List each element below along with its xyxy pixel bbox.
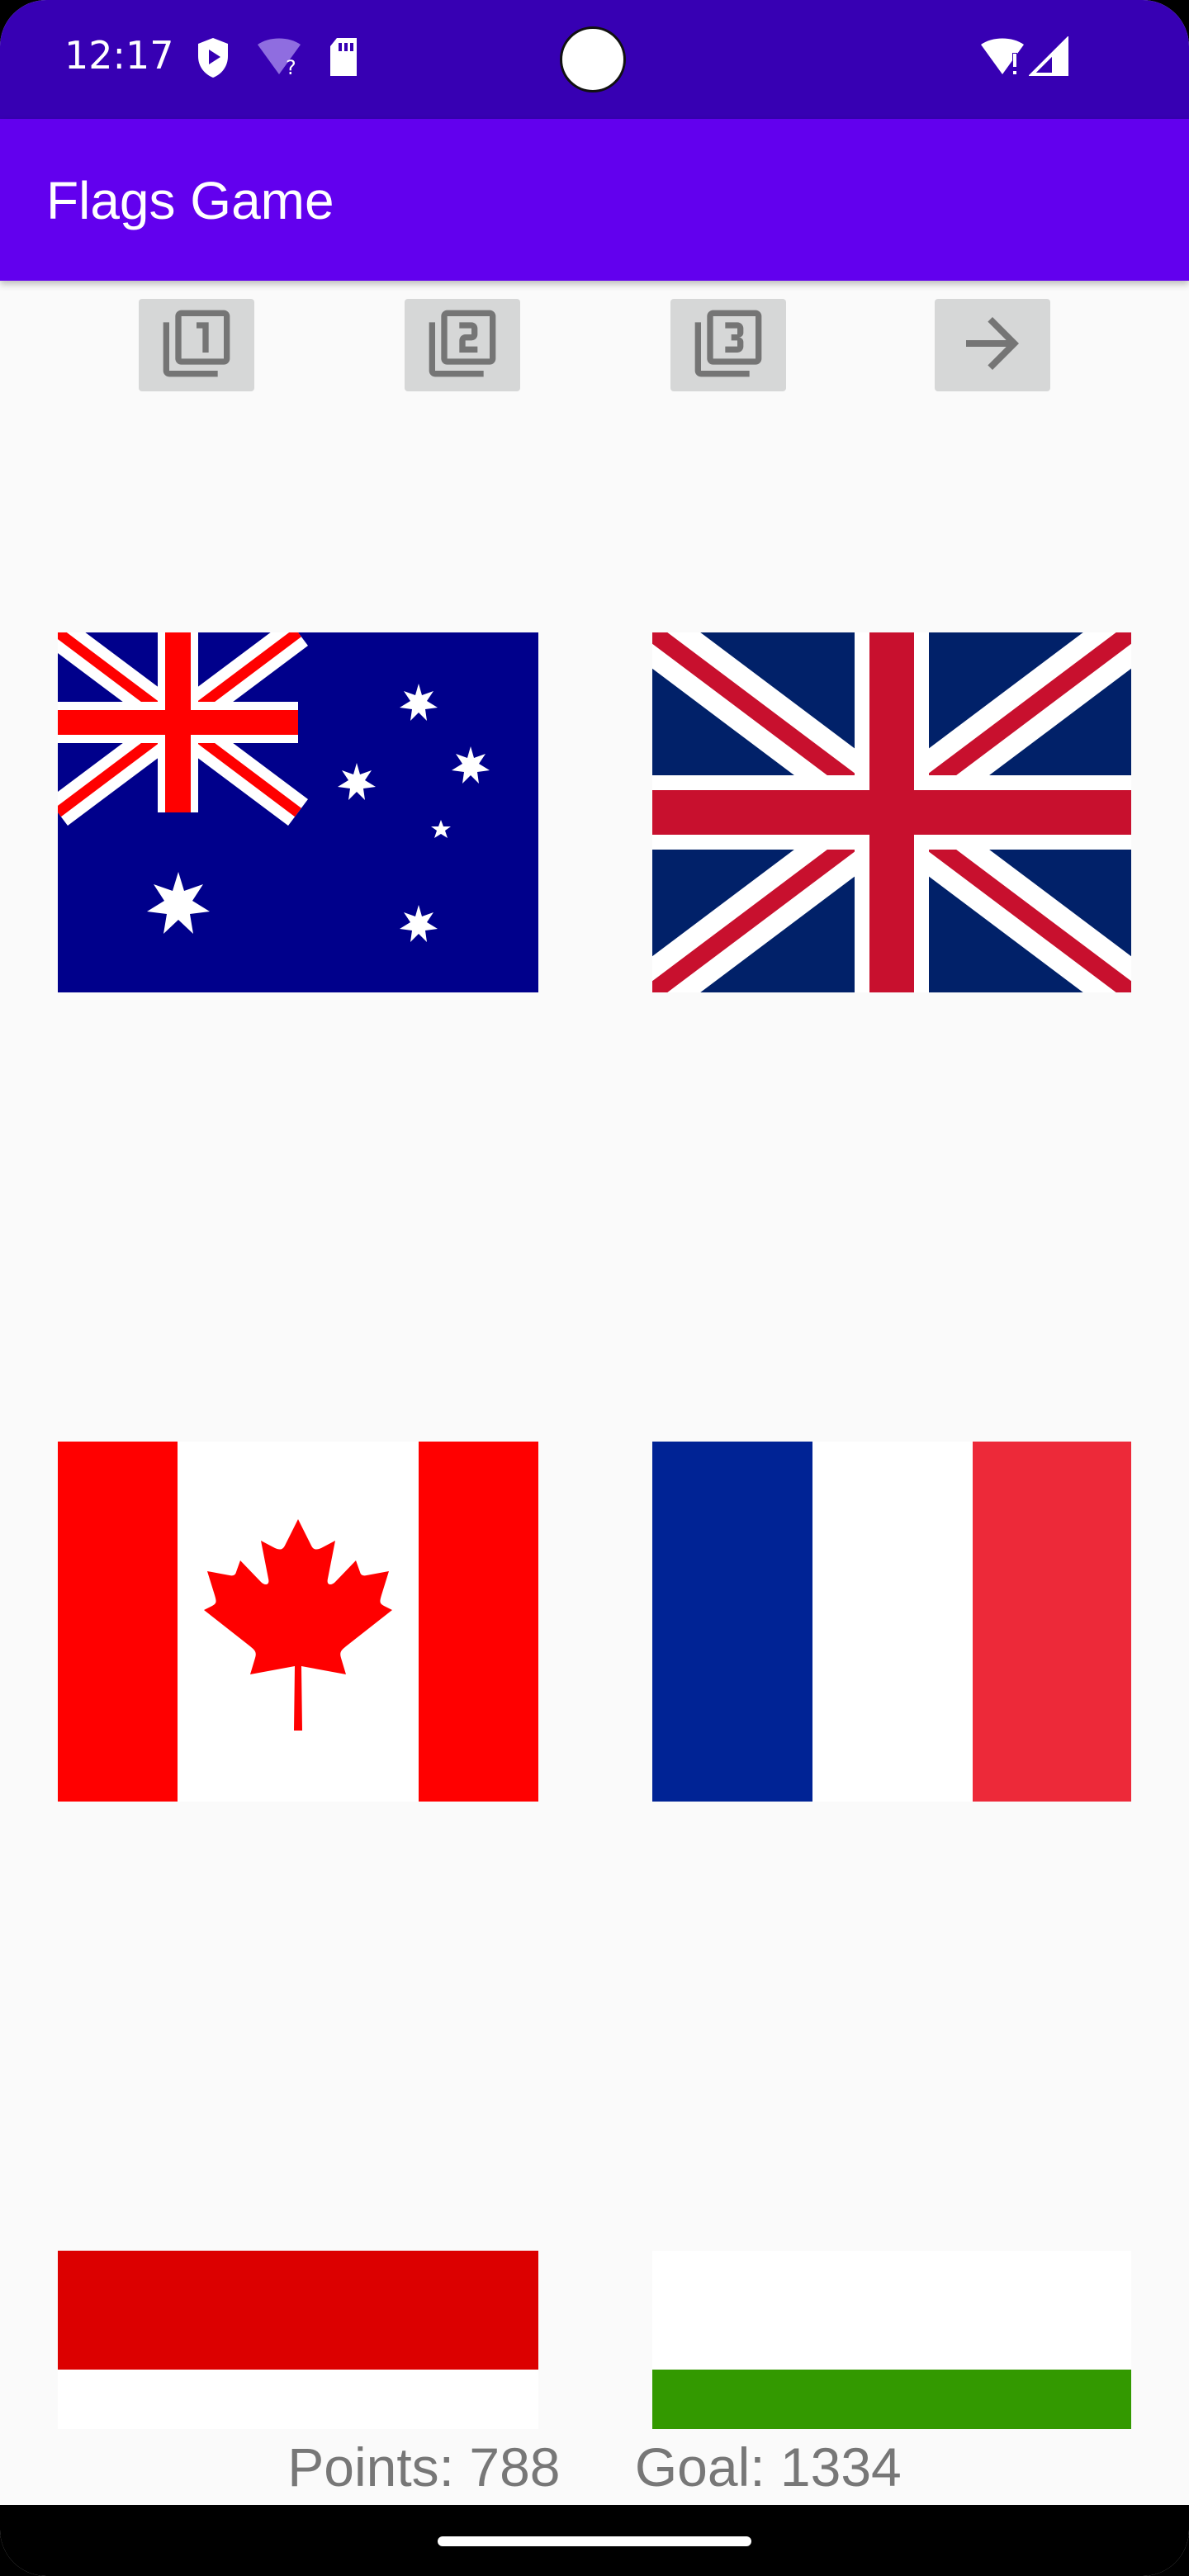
app-bar: Flags Game [0, 119, 1189, 281]
filter-3-button[interactable] [670, 299, 786, 391]
australia-flag[interactable] [58, 632, 538, 992]
france-flag[interactable] [652, 1442, 1131, 1802]
wifi-alert-icon [979, 36, 1026, 81]
filter-1-button[interactable] [139, 299, 254, 391]
sd-card-icon [327, 36, 360, 81]
arrow-right-icon [953, 304, 1032, 386]
white-green-flag[interactable] [652, 2251, 1131, 2429]
signal-icon [1028, 36, 1068, 81]
filter-1-icon [160, 307, 233, 383]
next-button[interactable] [935, 299, 1050, 391]
play-protect-icon [195, 36, 231, 83]
filter-2-icon [426, 307, 499, 383]
united-kingdom-flag[interactable] [652, 632, 1131, 992]
svg-text:?: ? [286, 56, 296, 78]
status-bar: 12:17 ? [0, 0, 1189, 119]
filter-2-button[interactable] [405, 299, 520, 391]
red-white-flag[interactable] [58, 2251, 538, 2429]
goal-label: Goal: 1334 [634, 2436, 902, 2498]
points-label: Points: 788 [287, 2436, 561, 2498]
score-footer: Points: 788 Goal: 1334 [0, 2436, 1189, 2498]
home-gesture-handle[interactable] [438, 2536, 751, 2546]
navigation-bar [0, 2505, 1189, 2576]
camera-cutout [560, 26, 626, 92]
device-screen: 12:17 ? Flags Game Points: 788 Goal: 133… [0, 0, 1189, 2576]
canada-flag[interactable] [58, 1442, 538, 1802]
wifi-question-icon: ? [256, 36, 302, 81]
status-time: 12:17 [64, 33, 174, 78]
filter-3-icon [692, 307, 765, 383]
app-title: Flags Game [46, 171, 334, 230]
